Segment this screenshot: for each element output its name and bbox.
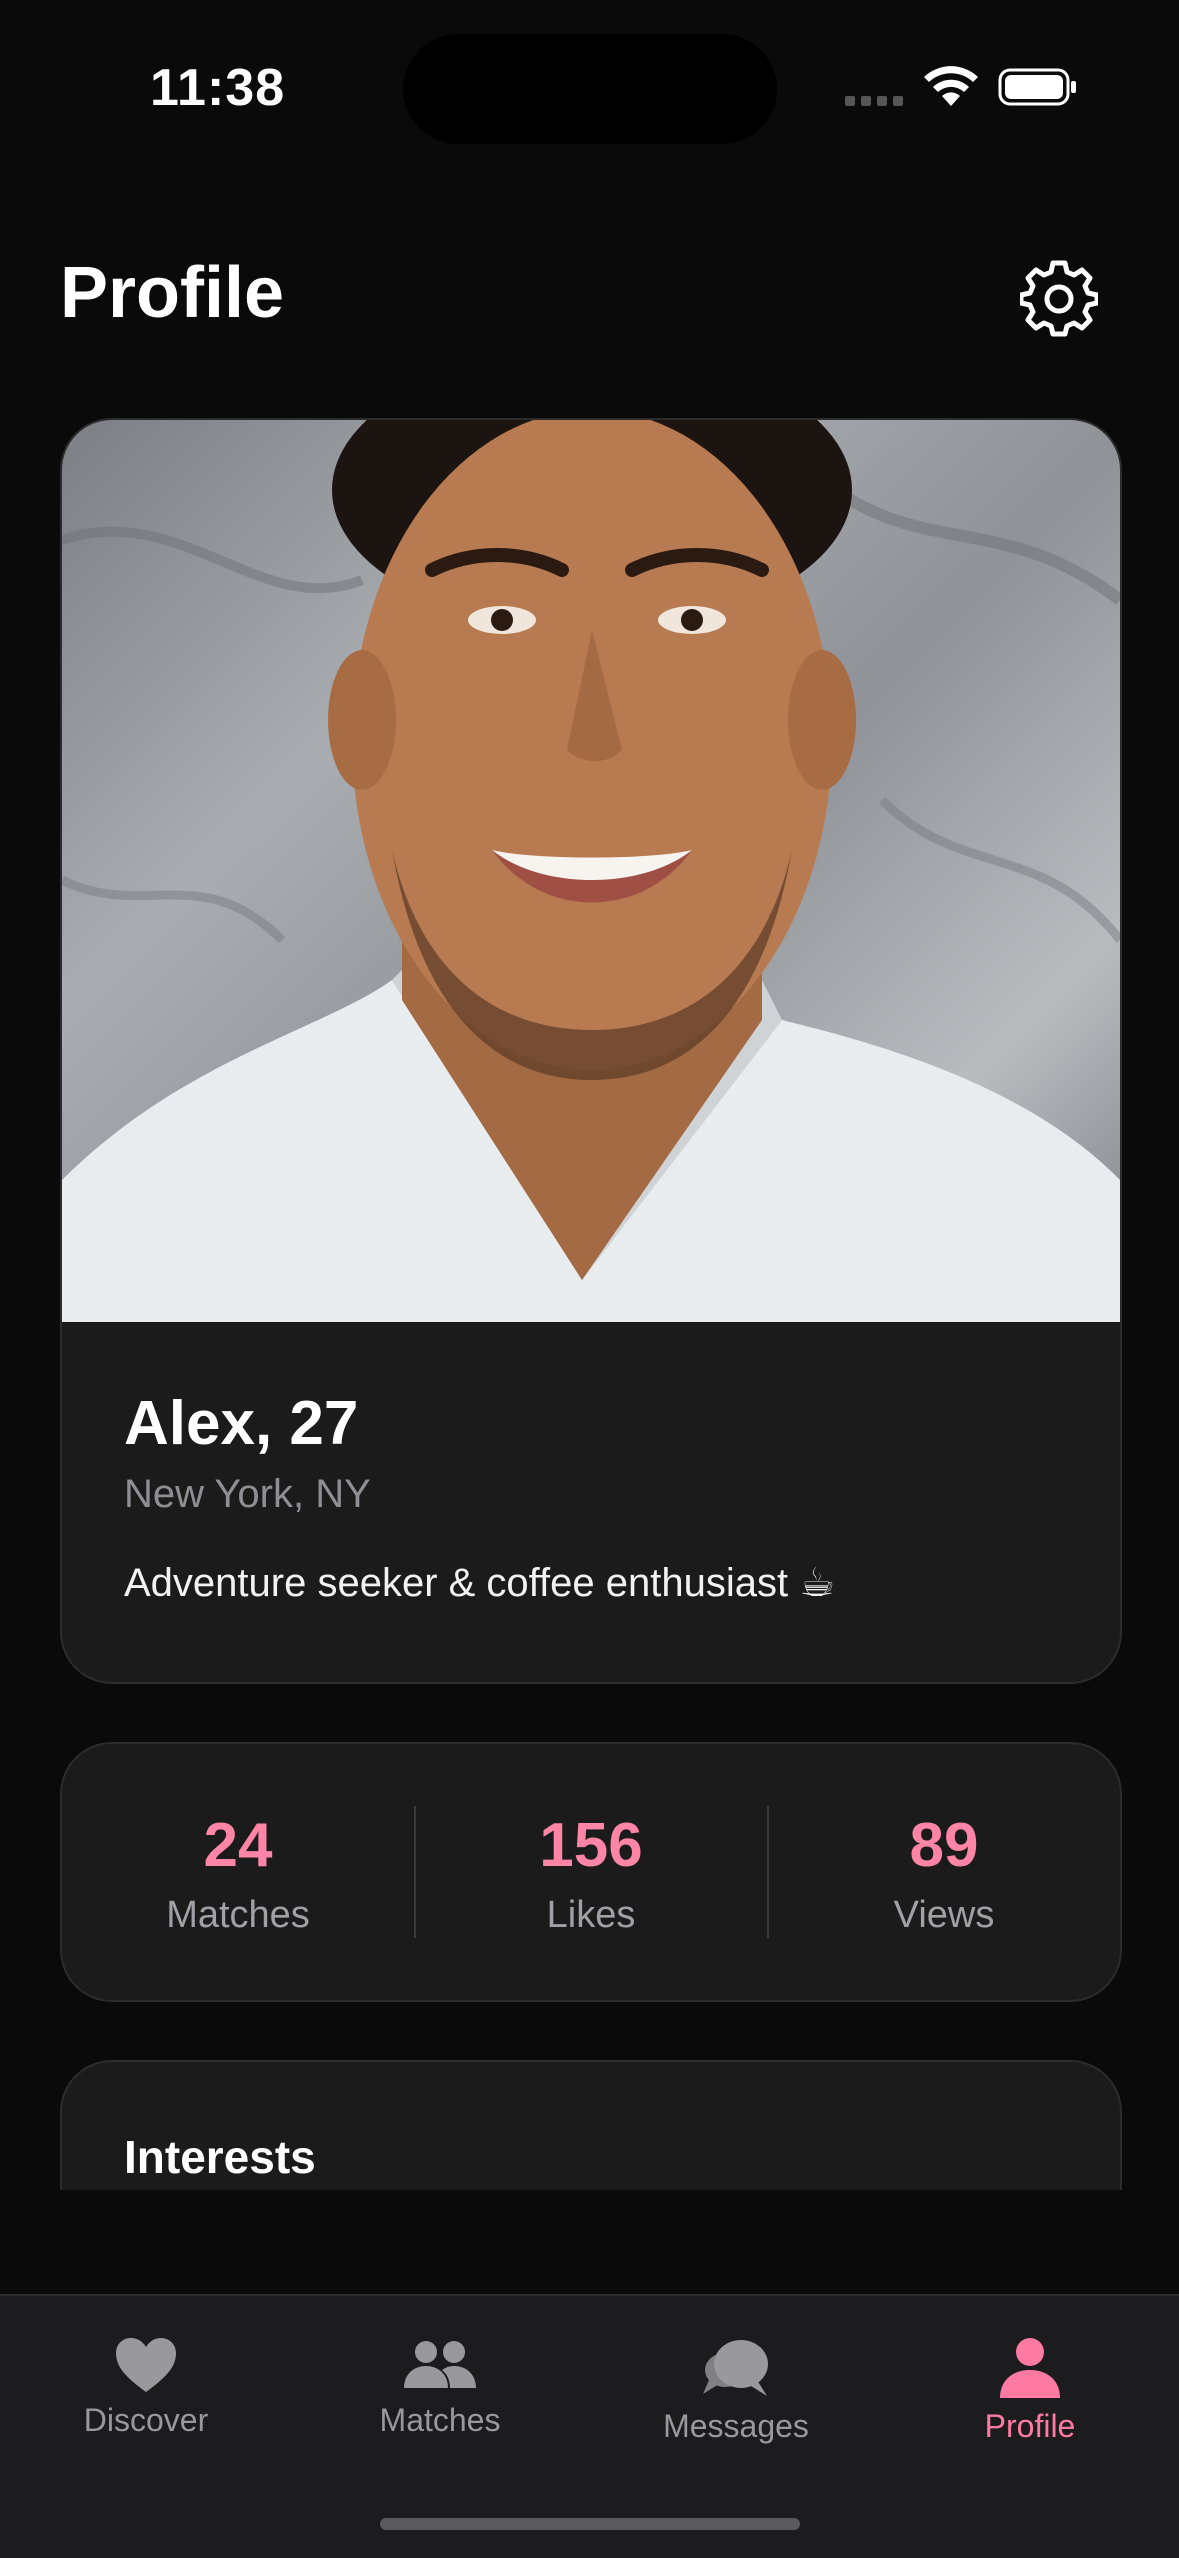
tab-label: Discover bbox=[83, 2402, 209, 2438]
home-indicator[interactable] bbox=[380, 2518, 800, 2530]
wifi-icon bbox=[924, 66, 978, 106]
dynamic-island bbox=[403, 34, 777, 144]
profile-bio: Adventure seeker & coffee enthusiast ☕ bbox=[124, 1561, 836, 1605]
chat-bubbles-icon bbox=[703, 2340, 768, 2396]
tab-messages[interactable]: Messages bbox=[626, 2336, 846, 2466]
profile-photo[interactable] bbox=[62, 420, 1120, 1322]
profile-card[interactable]: Alex, 27 New York, NY Adventure seeker &… bbox=[60, 418, 1122, 1684]
interests-title: Interests bbox=[124, 2131, 316, 2183]
profile-location: New York, NY bbox=[124, 1472, 371, 1516]
tab-discover[interactable]: Discover bbox=[36, 2336, 256, 2466]
heart-icon bbox=[116, 2338, 176, 2392]
stat-value: 89 bbox=[909, 1811, 979, 1880]
cellular-signal-icon bbox=[845, 96, 905, 108]
stat-label: Likes bbox=[546, 1894, 636, 1936]
stats-card: 24 Matches 156 Likes 89 Views bbox=[60, 1742, 1122, 2002]
interests-card: Interests bbox=[60, 2060, 1122, 2190]
tab-matches[interactable]: Matches bbox=[330, 2336, 550, 2466]
page-title: Profile bbox=[60, 253, 285, 333]
scroll-clip: Interests bbox=[0, 2060, 1179, 2190]
stat-views[interactable]: 89 Views bbox=[768, 1744, 1120, 2000]
status-time: 11:38 bbox=[150, 59, 286, 117]
people-icon bbox=[404, 2341, 476, 2388]
stat-value: 24 bbox=[203, 1811, 273, 1880]
battery-icon bbox=[998, 68, 1076, 106]
stat-label: Matches bbox=[166, 1894, 310, 1936]
profile-name-age: Alex, 27 bbox=[124, 1389, 359, 1458]
tab-label: Matches bbox=[379, 2402, 501, 2438]
settings-gear-icon[interactable] bbox=[1020, 260, 1098, 338]
stat-likes[interactable]: 156 Likes bbox=[415, 1744, 767, 2000]
stat-matches[interactable]: 24 Matches bbox=[62, 1744, 414, 2000]
tab-label: Messages bbox=[663, 2408, 809, 2444]
status-bar: 11:38 bbox=[0, 0, 1179, 180]
tab-label: Profile bbox=[984, 2408, 1076, 2444]
tab-profile[interactable]: Profile bbox=[920, 2336, 1140, 2466]
stat-label: Views bbox=[893, 1894, 995, 1936]
person-icon bbox=[1000, 2338, 1060, 2398]
stat-value: 156 bbox=[539, 1811, 643, 1880]
